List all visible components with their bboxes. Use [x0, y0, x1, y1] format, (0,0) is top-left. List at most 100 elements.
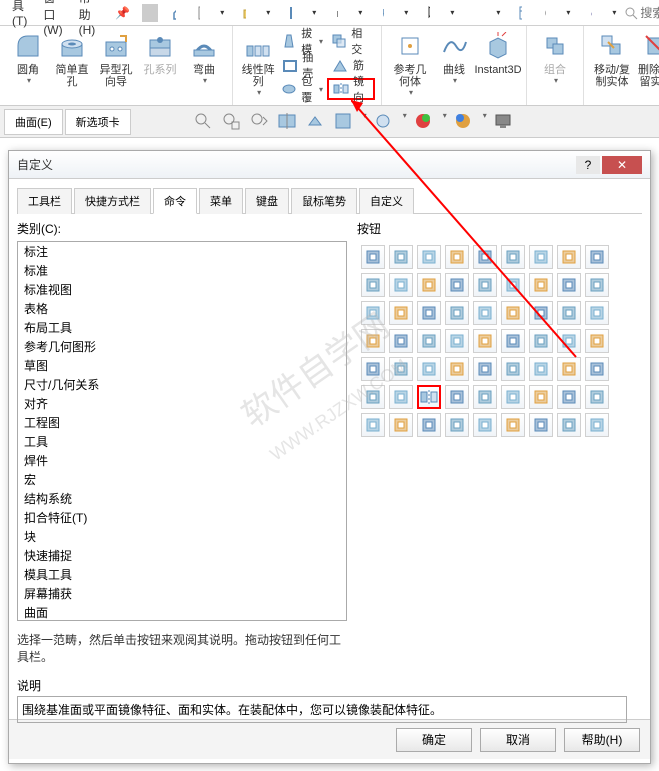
- grid-feature-icon[interactable]: [529, 301, 553, 325]
- gear-icon[interactable]: [534, 3, 554, 23]
- list-item[interactable]: 表格: [18, 299, 346, 318]
- cloud-icon[interactable]: [580, 3, 600, 23]
- list-item[interactable]: 对齐: [18, 394, 346, 413]
- prev-view-icon[interactable]: [249, 111, 271, 133]
- grid-feature-icon[interactable]: [389, 273, 413, 297]
- print-icon[interactable]: [326, 3, 346, 23]
- list-item[interactable]: 宏: [18, 470, 346, 489]
- grid-feature-icon[interactable]: [445, 273, 469, 297]
- instant3d-button[interactable]: Instant3D: [478, 30, 518, 76]
- grid-feature-icon[interactable]: [361, 385, 385, 409]
- list-item[interactable]: 尺寸/几何关系: [18, 375, 346, 394]
- dlg-tab-toolbars[interactable]: 工具栏: [17, 188, 72, 214]
- grid-feature-icon[interactable]: [445, 357, 469, 381]
- grid-feature-icon[interactable]: [361, 301, 385, 325]
- dialog-close-icon[interactable]: ✕: [602, 156, 642, 174]
- menu-tools[interactable]: 具(T): [4, 0, 35, 28]
- grid-feature-icon[interactable]: [361, 329, 385, 353]
- dlg-tab-shortcut[interactable]: 快捷方式栏: [74, 188, 151, 214]
- open-icon[interactable]: [234, 3, 254, 23]
- search-input[interactable]: [638, 5, 659, 21]
- dialog-help-icon[interactable]: ?: [576, 156, 600, 174]
- baofu-button[interactable]: 包覆▾: [277, 78, 327, 100]
- curves-button[interactable]: 曲线▾: [434, 30, 474, 85]
- grid-feature-icon[interactable]: [473, 245, 497, 269]
- grid-feature-icon[interactable]: [473, 301, 497, 325]
- grid-feature-icon[interactable]: [473, 385, 497, 409]
- options-icon[interactable]: [510, 3, 530, 23]
- grid-feature-icon[interactable]: [585, 385, 609, 409]
- list-item[interactable]: 焊件: [18, 451, 346, 470]
- grid-feature-icon[interactable]: [389, 357, 413, 381]
- grid-feature-icon[interactable]: [501, 413, 525, 437]
- grid-feature-icon[interactable]: [501, 329, 525, 353]
- grid-feature-icon[interactable]: [557, 329, 581, 353]
- list-item[interactable]: 工程图: [18, 413, 346, 432]
- grid-feature-icon[interactable]: [557, 385, 581, 409]
- appearance-icon[interactable]: [413, 111, 435, 133]
- grid-feature-icon[interactable]: [473, 357, 497, 381]
- dlg-tab-commands[interactable]: 命令: [153, 188, 197, 214]
- dlg-tab-keyboard[interactable]: 键盘: [245, 188, 289, 214]
- grid-feature-icon[interactable]: [585, 273, 609, 297]
- linear-pattern-button[interactable]: 线性阵列▾: [241, 30, 275, 97]
- list-item[interactable]: 布局工具: [18, 318, 346, 337]
- zoom-area-icon[interactable]: [221, 111, 243, 133]
- list-item[interactable]: 标注: [18, 242, 346, 261]
- list-item[interactable]: 屏幕捕获: [18, 584, 346, 603]
- grid-feature-icon[interactable]: [557, 245, 581, 269]
- list-item[interactable]: 结构系统: [18, 489, 346, 508]
- grid-feature-icon[interactable]: [557, 273, 581, 297]
- grid-feature-icon[interactable]: [557, 357, 581, 381]
- display-style-icon[interactable]: [333, 111, 355, 133]
- list-item[interactable]: 曲面: [18, 603, 346, 621]
- grid-feature-icon[interactable]: [445, 301, 469, 325]
- grid-feature-icon[interactable]: [585, 245, 609, 269]
- dialog-titlebar[interactable]: 自定义 ? ✕: [9, 151, 650, 179]
- home-icon[interactable]: [164, 3, 184, 23]
- grid-feature-icon[interactable]: [585, 301, 609, 325]
- list-item[interactable]: 工具: [18, 432, 346, 451]
- grid-feature-icon[interactable]: [389, 385, 413, 409]
- select-icon[interactable]: [418, 3, 438, 23]
- wrap-button[interactable]: 弯曲▾: [184, 30, 224, 85]
- grid-feature-icon[interactable]: [417, 357, 441, 381]
- list-item[interactable]: 标准视图: [18, 280, 346, 299]
- grid-feature-icon[interactable]: [389, 245, 413, 269]
- grid-feature-icon[interactable]: [361, 413, 385, 437]
- list-item[interactable]: 模具工具: [18, 565, 346, 584]
- traffic-icon[interactable]: [464, 3, 484, 23]
- grid-feature-icon[interactable]: [389, 413, 413, 437]
- grid-feature-icon[interactable]: [585, 357, 609, 381]
- grid-feature-icon[interactable]: [529, 329, 553, 353]
- grid-feature-icon[interactable]: [417, 413, 441, 437]
- list-item[interactable]: 草图: [18, 356, 346, 375]
- grid-feature-icon[interactable]: [417, 245, 441, 269]
- grid-feature-icon[interactable]: [501, 273, 525, 297]
- grid-feature-icon[interactable]: [501, 385, 525, 409]
- grid-feature-icon[interactable]: [389, 301, 413, 325]
- undo-icon[interactable]: [372, 3, 392, 23]
- render-icon[interactable]: [493, 111, 515, 133]
- grid-feature-icon[interactable]: [529, 245, 553, 269]
- cancel-button[interactable]: 取消: [480, 728, 556, 752]
- grid-feature-icon[interactable]: [473, 329, 497, 353]
- save-icon[interactable]: [280, 3, 300, 23]
- search-box[interactable]: [624, 5, 659, 21]
- fillet-button[interactable]: 圆角▾: [8, 30, 48, 85]
- grid-feature-icon[interactable]: [473, 413, 497, 437]
- grid-feature-icon[interactable]: [501, 357, 525, 381]
- list-item[interactable]: 扣合特征(T): [18, 508, 346, 527]
- list-item[interactable]: 快速捕捉: [18, 546, 346, 565]
- grid-feature-icon[interactable]: [501, 301, 525, 325]
- grid-feature-icon[interactable]: [529, 273, 553, 297]
- grid-feature-icon[interactable]: [417, 301, 441, 325]
- move-copy-button[interactable]: 移动/复制实体: [592, 30, 632, 88]
- tab-new[interactable]: 新选项卡: [65, 109, 131, 135]
- grid-feature-icon[interactable]: [417, 329, 441, 353]
- combine-button[interactable]: 组合▾: [535, 30, 575, 85]
- list-item[interactable]: 块: [18, 527, 346, 546]
- grid-feature-icon[interactable]: [473, 273, 497, 297]
- grid-feature-icon[interactable]: [529, 357, 553, 381]
- grid-feature-icon[interactable]: [529, 413, 553, 437]
